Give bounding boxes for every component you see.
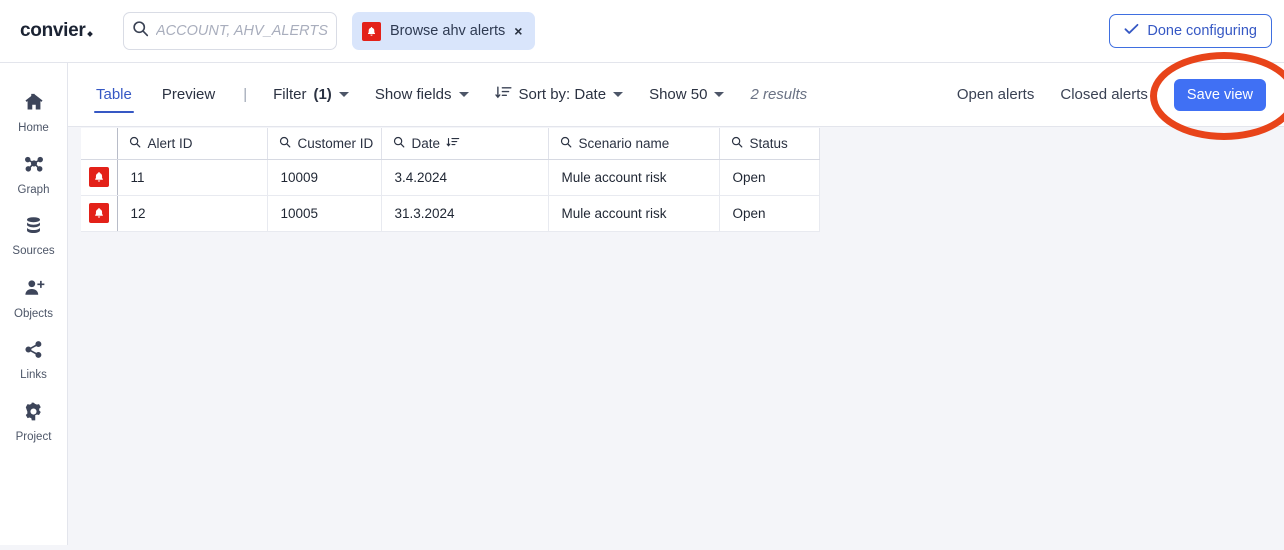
view-toolbar: Table Preview | Filter (1) Show fields S… bbox=[68, 63, 1284, 127]
done-configuring-button[interactable]: Done configuring bbox=[1109, 14, 1272, 48]
app-root: convier Browse ahv alerts × bbox=[0, 0, 1284, 550]
sidebar-item-label: Home bbox=[18, 121, 49, 134]
table-body: 11 10009 3.4.2024 Mule account risk Open bbox=[81, 159, 820, 232]
column-header-scenario-name[interactable]: Scenario name bbox=[548, 128, 720, 160]
sidebar-item-links[interactable]: Links bbox=[0, 329, 68, 391]
gear-icon bbox=[23, 401, 44, 427]
chevron-down-icon bbox=[714, 92, 725, 97]
cell-date: 31.3.2024 bbox=[381, 195, 549, 232]
cell-status: Open bbox=[719, 159, 820, 196]
cell-alert-id: 11 bbox=[117, 159, 268, 196]
save-view-button[interactable]: Save view bbox=[1173, 78, 1266, 111]
sidebar-item-graph[interactable]: Graph bbox=[0, 143, 68, 205]
sidebar-item-label: Objects bbox=[14, 307, 53, 320]
closed-alerts-button[interactable]: Closed alerts bbox=[1060, 86, 1148, 103]
column-header-date[interactable]: Date bbox=[381, 128, 549, 160]
sidebar-item-label: Sources bbox=[12, 245, 55, 257]
check-icon bbox=[1124, 23, 1139, 39]
table-header-row: Alert ID Customer ID Date Scenario name … bbox=[81, 128, 820, 160]
column-header-label: Alert ID bbox=[147, 135, 193, 151]
toolbar-divider: | bbox=[243, 86, 248, 103]
results-count: 2 results bbox=[750, 86, 808, 103]
sidebar-item-label: Graph bbox=[17, 183, 50, 196]
page-size-button[interactable]: Show 50 bbox=[649, 86, 725, 103]
column-header-label: Customer ID bbox=[297, 135, 374, 151]
show-fields-button[interactable]: Show fields bbox=[375, 86, 469, 103]
results-table: Alert ID Customer ID Date Scenario name … bbox=[81, 128, 820, 232]
browse-alerts-chip[interactable]: Browse ahv alerts × bbox=[352, 12, 536, 50]
brand-logo-text: convier bbox=[20, 20, 86, 41]
sidebar-item-objects[interactable]: Objects bbox=[0, 267, 68, 329]
alert-bell-icon bbox=[88, 167, 109, 187]
table-header: Alert ID Customer ID Date Scenario name … bbox=[81, 128, 820, 160]
cell-alert-id: 12 bbox=[117, 195, 268, 232]
tab-table-label: Table bbox=[96, 86, 132, 103]
sidebar-item-project[interactable]: Project bbox=[0, 391, 68, 453]
column-header-label: Date bbox=[411, 135, 441, 151]
column-header-label: Scenario name bbox=[578, 135, 670, 151]
tab-table[interactable]: Table bbox=[94, 63, 134, 126]
sort-by-label: Sort by: Date bbox=[518, 86, 607, 103]
row-alert-indicator[interactable] bbox=[81, 159, 118, 196]
column-header-label: Status bbox=[749, 135, 788, 151]
search-icon[interactable] bbox=[731, 136, 743, 151]
filter-label: Filter bbox=[273, 86, 307, 103]
cell-scenario-name: Mule account risk bbox=[548, 159, 720, 196]
search-icon[interactable] bbox=[560, 136, 572, 151]
table-row[interactable]: 12 10005 31.3.2024 Mule account risk Ope… bbox=[81, 195, 820, 232]
top-bar: convier Browse ahv alerts × bbox=[0, 0, 1284, 63]
row-alert-indicator[interactable] bbox=[81, 195, 118, 232]
column-header-status[interactable]: Status bbox=[719, 128, 820, 160]
chevron-down-icon bbox=[338, 92, 349, 97]
search-icon[interactable] bbox=[129, 136, 141, 151]
brand-logo[interactable]: convier bbox=[20, 20, 105, 42]
database-icon bbox=[23, 215, 44, 241]
share-links-icon bbox=[23, 339, 44, 365]
sort-descending-icon[interactable] bbox=[446, 136, 460, 151]
close-icon[interactable]: × bbox=[514, 24, 522, 38]
search-input[interactable] bbox=[156, 23, 328, 39]
sidebar-item-sources[interactable]: Sources bbox=[0, 205, 68, 267]
open-alerts-button[interactable]: Open alerts bbox=[957, 86, 1035, 103]
brand-logo-dot bbox=[86, 31, 93, 37]
column-header-select[interactable] bbox=[81, 128, 118, 160]
sidebar-item-label: Project bbox=[15, 431, 52, 443]
search-icon[interactable] bbox=[279, 136, 291, 151]
show-fields-label: Show fields bbox=[374, 86, 452, 103]
global-search[interactable] bbox=[123, 12, 337, 50]
sidebar-item-label: Links bbox=[20, 369, 47, 381]
filter-button[interactable]: Filter (1) bbox=[273, 86, 349, 103]
sidebar-item-home[interactable]: Home bbox=[0, 81, 68, 143]
cell-date: 3.4.2024 bbox=[381, 159, 549, 196]
home-icon bbox=[23, 91, 45, 118]
search-icon[interactable] bbox=[393, 136, 405, 151]
tab-preview[interactable]: Preview bbox=[160, 63, 217, 126]
tab-preview-label: Preview bbox=[161, 86, 216, 103]
chip-label: Browse ahv alerts bbox=[390, 23, 506, 39]
column-header-alert-id[interactable]: Alert ID bbox=[117, 128, 268, 160]
sort-descending-icon bbox=[494, 85, 512, 104]
results-table-container: Alert ID Customer ID Date Scenario name … bbox=[81, 128, 820, 232]
cell-customer-id: 10009 bbox=[267, 159, 382, 196]
sort-by-button[interactable]: Sort by: Date bbox=[494, 85, 624, 104]
graph-nodes-icon bbox=[23, 153, 45, 180]
page-size-label: Show 50 bbox=[649, 86, 708, 103]
chevron-down-icon bbox=[613, 92, 624, 97]
column-header-customer-id[interactable]: Customer ID bbox=[267, 128, 382, 160]
chevron-down-icon bbox=[458, 92, 469, 97]
search-icon bbox=[132, 20, 149, 42]
person-add-icon bbox=[23, 277, 45, 304]
filter-count: (1) bbox=[313, 86, 332, 103]
cell-status: Open bbox=[719, 195, 820, 232]
done-configuring-label: Done configuring bbox=[1147, 23, 1257, 39]
table-row[interactable]: 11 10009 3.4.2024 Mule account risk Open bbox=[81, 159, 820, 196]
sidebar: Home Graph Sources Objects Links Project bbox=[0, 63, 68, 545]
alert-bell-icon bbox=[88, 203, 109, 223]
cell-customer-id: 10005 bbox=[267, 195, 382, 232]
cell-scenario-name: Mule account risk bbox=[548, 195, 720, 232]
alert-bell-icon bbox=[362, 21, 381, 41]
